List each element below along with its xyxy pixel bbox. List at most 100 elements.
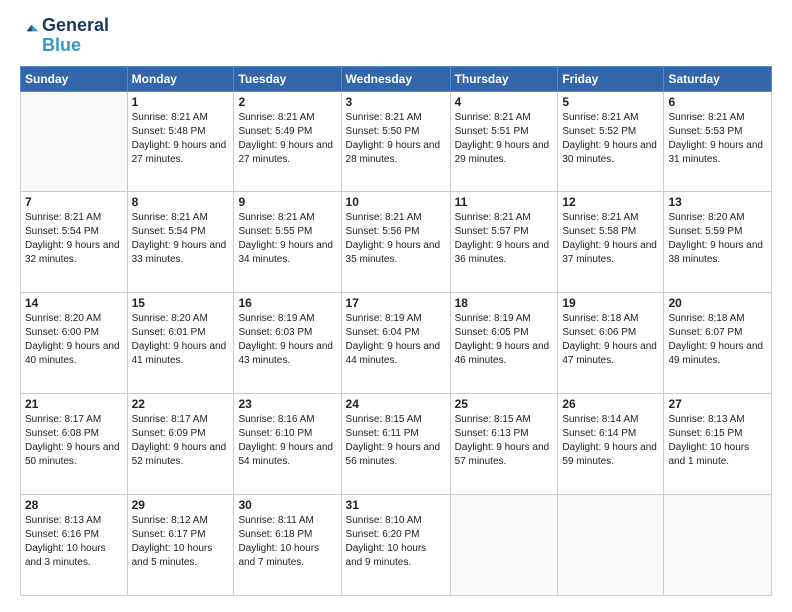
- calendar-cell: 26Sunrise: 8:14 AMSunset: 6:14 PMDayligh…: [558, 394, 664, 495]
- calendar-cell: 9Sunrise: 8:21 AMSunset: 5:55 PMDaylight…: [234, 192, 341, 293]
- day-number: 15: [132, 296, 230, 310]
- day-info: Sunrise: 8:10 AMSunset: 6:20 PMDaylight:…: [346, 514, 446, 570]
- day-number: 3: [346, 95, 446, 109]
- calendar-cell: 28 Sunrise: 8:13 AMSunset: 6:16 PMDayligh…: [21, 495, 128, 596]
- calendar-cell: 7 Sunrise: 8:21 AMSunset: 5:54 PMDaylight…: [21, 192, 128, 293]
- logo-text-blue: Blue: [42, 36, 109, 56]
- week-row-1: 1 Sunrise: 8:21 AMSunset: 5:48 PMDaylight…: [21, 91, 772, 192]
- day-number: 7: [25, 195, 123, 209]
- weekday-header-sunday: Sunday: [21, 66, 128, 91]
- calendar-cell: [664, 495, 772, 596]
- day-info: Sunrise: 8:19 AMSunset: 6:05 PMDaylight:…: [455, 312, 554, 368]
- day-info: Sunrise: 8:18 AMSunset: 6:06 PMDaylight:…: [562, 312, 659, 368]
- calendar-header: SundayMondayTuesdayWednesdayThursdayFrid…: [21, 66, 772, 91]
- calendar-cell: 14 Sunrise: 8:20 AMSunset: 6:00 PMDayligh…: [21, 293, 128, 394]
- calendar-cell: [558, 495, 664, 596]
- weekday-header-tuesday: Tuesday: [234, 66, 341, 91]
- logo-text-general: General: [42, 16, 109, 36]
- day-number: 12: [562, 195, 659, 209]
- calendar-cell: 1 Sunrise: 8:21 AMSunset: 5:48 PMDaylight…: [127, 91, 234, 192]
- week-row-2: 7 Sunrise: 8:21 AMSunset: 5:54 PMDaylight…: [21, 192, 772, 293]
- day-number: 1: [132, 95, 230, 109]
- day-number: 2: [238, 95, 336, 109]
- day-number: 21: [25, 397, 123, 411]
- calendar-cell: 31 Sunrise: 8:10 AMSunset: 6:20 PMDayligh…: [341, 495, 450, 596]
- day-info: Sunrise: 8:17 AMSunset: 6:08 PMDaylight:…: [25, 413, 123, 469]
- calendar-cell: 25 Sunrise: 8:15 AMSunset: 6:13 PMDayligh…: [450, 394, 558, 495]
- day-info: Sunrise: 8:13 AMSunset: 6:15 PMDaylight:…: [668, 413, 767, 469]
- day-info: Sunrise: 8:16 AMSunset: 6:10 PMDaylight:…: [238, 413, 336, 469]
- calendar-cell: 6Sunrise: 8:21 AMSunset: 5:53 PMDaylight…: [664, 91, 772, 192]
- day-number: 25: [455, 397, 554, 411]
- day-info: Sunrise: 8:21 AMSunset: 5:52 PMDaylight:…: [562, 111, 659, 167]
- day-number: 20: [668, 296, 767, 310]
- day-number: 17: [346, 296, 446, 310]
- day-info: Sunrise: 8:21 AMSunset: 5:49 PMDaylight:…: [238, 111, 336, 167]
- day-info: Sunrise: 8:15 AMSunset: 6:13 PMDaylight:…: [455, 413, 554, 469]
- calendar-cell: 23 Sunrise: 8:16 AMSunset: 6:10 PMDayligh…: [234, 394, 341, 495]
- week-row-5: 28 Sunrise: 8:13 AMSunset: 6:16 PMDayligh…: [21, 495, 772, 596]
- day-info: Sunrise: 8:13 AMSunset: 6:16 PMDaylight:…: [25, 514, 123, 570]
- calendar-cell: 17Sunrise: 8:19 AMSunset: 6:04 PMDayligh…: [341, 293, 450, 394]
- weekday-header-saturday: Saturday: [664, 66, 772, 91]
- calendar-cell: 2 Sunrise: 8:21 AMSunset: 5:49 PMDaylight…: [234, 91, 341, 192]
- calendar-cell: [21, 91, 128, 192]
- calendar-cell: 16 Sunrise: 8:19 AMSunset: 6:03 PMDayligh…: [234, 293, 341, 394]
- day-number: 28: [25, 498, 123, 512]
- day-info: Sunrise: 8:21 AMSunset: 5:54 PMDaylight:…: [25, 211, 123, 267]
- day-info: Sunrise: 8:18 AMSunset: 6:07 PMDaylight:…: [668, 312, 767, 368]
- calendar-cell: 5Sunrise: 8:21 AMSunset: 5:52 PMDaylight…: [558, 91, 664, 192]
- day-info: Sunrise: 8:11 AMSunset: 6:18 PMDaylight:…: [238, 514, 336, 570]
- calendar-cell: 24 Sunrise: 8:15 AMSunset: 6:11 PMDayligh…: [341, 394, 450, 495]
- calendar-cell: 20 Sunrise: 8:18 AMSunset: 6:07 PMDayligh…: [664, 293, 772, 394]
- day-info: Sunrise: 8:21 AMSunset: 5:53 PMDaylight:…: [668, 111, 767, 167]
- day-number: 22: [132, 397, 230, 411]
- calendar-cell: 30 Sunrise: 8:11 AMSunset: 6:18 PMDayligh…: [234, 495, 341, 596]
- weekday-header-row: SundayMondayTuesdayWednesdayThursdayFrid…: [21, 66, 772, 91]
- day-number: 14: [25, 296, 123, 310]
- calendar-table: SundayMondayTuesdayWednesdayThursdayFrid…: [20, 66, 772, 596]
- header: General Blue: [20, 16, 772, 56]
- calendar-cell: 10Sunrise: 8:21 AMSunset: 5:56 PMDayligh…: [341, 192, 450, 293]
- day-number: 13: [668, 195, 767, 209]
- day-number: 24: [346, 397, 446, 411]
- calendar-cell: 27 Sunrise: 8:13 AMSunset: 6:15 PMDayligh…: [664, 394, 772, 495]
- day-info: Sunrise: 8:21 AMSunset: 5:58 PMDaylight:…: [562, 211, 659, 267]
- day-number: 27: [668, 397, 767, 411]
- calendar-cell: 22 Sunrise: 8:17 AMSunset: 6:09 PMDayligh…: [127, 394, 234, 495]
- calendar-cell: 15Sunrise: 8:20 AMSunset: 6:01 PMDayligh…: [127, 293, 234, 394]
- day-info: Sunrise: 8:17 AMSunset: 6:09 PMDaylight:…: [132, 413, 230, 469]
- weekday-header-friday: Friday: [558, 66, 664, 91]
- calendar-cell: 29Sunrise: 8:12 AMSunset: 6:17 PMDayligh…: [127, 495, 234, 596]
- day-number: 10: [346, 195, 446, 209]
- calendar-cell: 8Sunrise: 8:21 AMSunset: 5:54 PMDaylight…: [127, 192, 234, 293]
- weekday-header-monday: Monday: [127, 66, 234, 91]
- day-number: 18: [455, 296, 554, 310]
- weekday-header-wednesday: Wednesday: [341, 66, 450, 91]
- calendar-cell: 19Sunrise: 8:18 AMSunset: 6:06 PMDayligh…: [558, 293, 664, 394]
- day-number: 23: [238, 397, 336, 411]
- day-number: 30: [238, 498, 336, 512]
- calendar-body: 1 Sunrise: 8:21 AMSunset: 5:48 PMDaylight…: [21, 91, 772, 595]
- day-number: 29: [132, 498, 230, 512]
- day-number: 16: [238, 296, 336, 310]
- week-row-4: 21 Sunrise: 8:17 AMSunset: 6:08 PMDayligh…: [21, 394, 772, 495]
- day-info: Sunrise: 8:20 AMSunset: 6:00 PMDaylight:…: [25, 312, 123, 368]
- day-number: 31: [346, 498, 446, 512]
- day-info: Sunrise: 8:21 AMSunset: 5:48 PMDaylight:…: [132, 111, 230, 167]
- week-row-3: 14 Sunrise: 8:20 AMSunset: 6:00 PMDayligh…: [21, 293, 772, 394]
- logo-icon: [20, 23, 40, 43]
- calendar-cell: 4Sunrise: 8:21 AMSunset: 5:51 PMDaylight…: [450, 91, 558, 192]
- day-number: 9: [238, 195, 336, 209]
- day-info: Sunrise: 8:19 AMSunset: 6:03 PMDaylight:…: [238, 312, 336, 368]
- day-number: 4: [455, 95, 554, 109]
- day-info: Sunrise: 8:20 AMSunset: 5:59 PMDaylight:…: [668, 211, 767, 267]
- day-info: Sunrise: 8:15 AMSunset: 6:11 PMDaylight:…: [346, 413, 446, 469]
- weekday-header-thursday: Thursday: [450, 66, 558, 91]
- calendar-cell: 12 Sunrise: 8:21 AMSunset: 5:58 PMDayligh…: [558, 192, 664, 293]
- calendar-page: General Blue SundayMondayTuesdayWednesda…: [0, 0, 792, 612]
- calendar-cell: 11Sunrise: 8:21 AMSunset: 5:57 PMDayligh…: [450, 192, 558, 293]
- day-number: 11: [455, 195, 554, 209]
- calendar-cell: [450, 495, 558, 596]
- calendar-cell: 13 Sunrise: 8:20 AMSunset: 5:59 PMDayligh…: [664, 192, 772, 293]
